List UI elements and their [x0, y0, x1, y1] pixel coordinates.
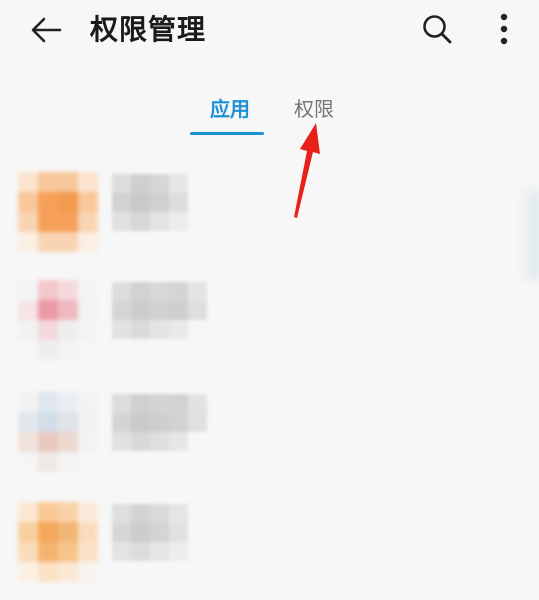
app-list: [0, 150, 539, 600]
list-item[interactable]: [0, 160, 539, 260]
list-item[interactable]: [0, 490, 539, 590]
permission-management-screen: 权限管理 应用 权限: [0, 0, 539, 600]
arrow-left-icon: [31, 17, 62, 43]
active-tab-indicator: [190, 132, 264, 135]
more-vertical-icon: [500, 13, 508, 45]
app-icon: [18, 392, 98, 472]
app-name-redacted: [112, 282, 224, 352]
back-button[interactable]: [22, 10, 70, 50]
page-title: 权限管理: [90, 13, 207, 46]
app-icon: [18, 502, 98, 582]
list-item[interactable]: [0, 268, 539, 368]
app-name-redacted: [112, 504, 224, 574]
more-options-button[interactable]: [484, 8, 524, 50]
edge-shadow: [519, 190, 539, 280]
tab-bar: 应用 权限: [0, 88, 539, 138]
search-icon: [423, 15, 452, 44]
app-icon: [18, 172, 98, 252]
app-icon: [18, 280, 98, 360]
search-button[interactable]: [414, 8, 460, 50]
list-item[interactable]: [0, 380, 539, 480]
app-bar: 权限管理: [0, 0, 539, 68]
app-name-redacted: [112, 394, 224, 464]
tab-apps[interactable]: 应用: [200, 94, 260, 124]
app-name-redacted: [112, 174, 224, 244]
